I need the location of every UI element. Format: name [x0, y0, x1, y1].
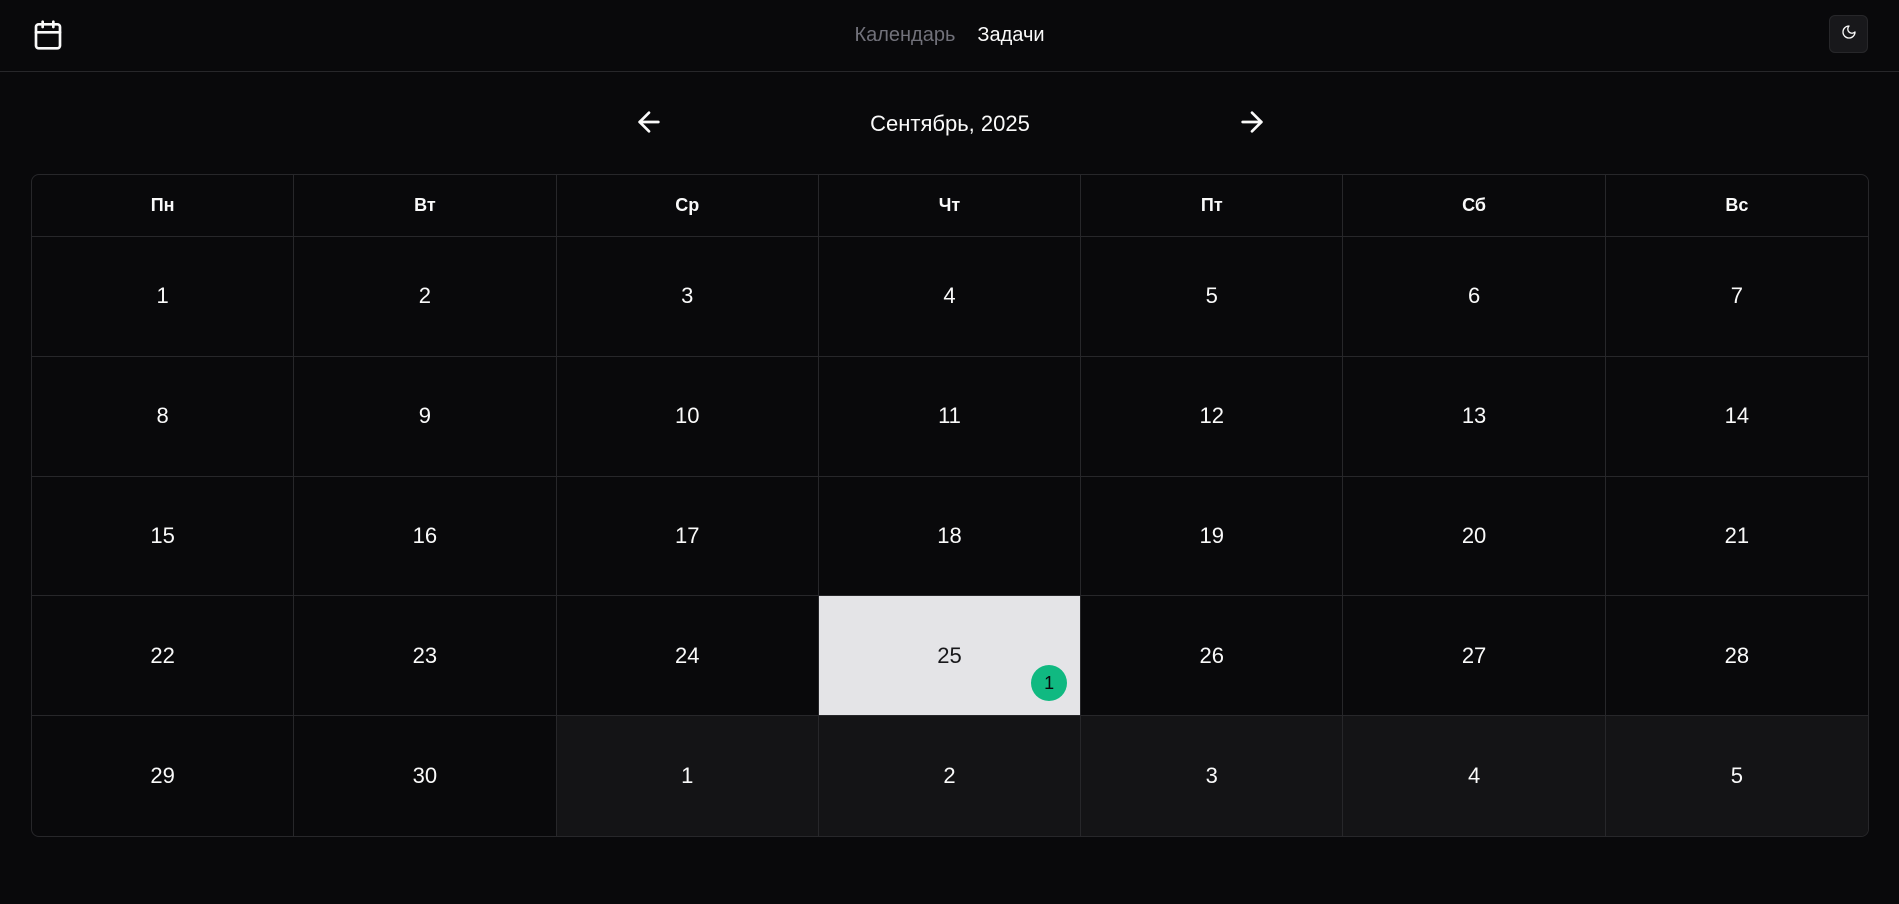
day-cell[interactable]: 7 [1605, 237, 1868, 357]
day-number: 13 [1461, 403, 1487, 429]
day-cell[interactable]: 22 [32, 596, 295, 717]
day-number: 1 [681, 763, 694, 789]
day-cell[interactable]: 28 [1605, 596, 1868, 717]
day-number: 17 [674, 522, 700, 548]
day-cell[interactable]: 1 [556, 716, 819, 836]
day-number: 5 [1205, 283, 1218, 309]
day-cell[interactable]: 1 [32, 237, 295, 357]
day-number: 20 [1461, 522, 1487, 548]
day-cell[interactable]: 19 [1081, 476, 1344, 597]
day-cell-selected[interactable]: 25 1 [818, 596, 1082, 717]
day-number: 24 [674, 642, 700, 668]
weekday-header: Вс [1605, 175, 1868, 237]
day-number: 10 [674, 403, 700, 429]
weekday-header: Пт [1081, 175, 1344, 237]
day-number: 11 [938, 403, 961, 429]
main-nav: Календарь Задачи [0, 0, 1899, 71]
day-number: 30 [412, 763, 438, 789]
day-number: 19 [1199, 522, 1225, 548]
month-title: Сентябрь, 2025 [870, 111, 1030, 136]
day-cell[interactable]: 13 [1343, 356, 1606, 477]
day-number: 26 [1199, 642, 1225, 668]
day-number: 22 [150, 642, 175, 668]
day-number: 8 [156, 403, 169, 429]
day-cell[interactable]: 5 [1081, 237, 1344, 357]
day-cell[interactable]: 21 [1605, 477, 1868, 597]
day-number: 14 [1724, 403, 1750, 429]
weekday-header: Ср [556, 175, 819, 237]
day-cell[interactable]: 2 [818, 716, 1082, 836]
day-cell[interactable]: 3 [556, 237, 819, 357]
day-cell[interactable]: 20 [1343, 476, 1606, 597]
day-cell[interactable]: 24 [556, 596, 819, 717]
top-bar: Календарь Задачи [0, 0, 1899, 72]
moon-icon [1841, 24, 1857, 45]
day-number: 12 [1199, 403, 1225, 429]
day-number: 18 [937, 522, 962, 548]
next-month-button[interactable] [1234, 106, 1270, 142]
weekday-header: Вт [294, 175, 557, 237]
day-cell[interactable]: 18 [818, 476, 1082, 597]
weekday-header: Сб [1343, 175, 1606, 237]
day-cell[interactable]: 29 [32, 716, 295, 836]
task-count-badge: 1 [1031, 665, 1068, 702]
day-cell[interactable]: 26 [1081, 596, 1344, 717]
day-number: 4 [943, 283, 956, 309]
day-cell[interactable]: 10 [556, 356, 819, 477]
day-cell[interactable]: 14 [1605, 357, 1868, 477]
day-number: 25 [937, 642, 962, 668]
day-cell[interactable]: 3 [1081, 716, 1344, 836]
day-number: 27 [1461, 642, 1487, 668]
day-number: 1 [156, 283, 169, 309]
day-number: 7 [1730, 283, 1743, 309]
day-cell[interactable]: 5 [1605, 716, 1868, 836]
day-number: 23 [412, 642, 438, 668]
day-cell[interactable]: 4 [818, 237, 1082, 357]
arrow-left-icon [633, 106, 665, 143]
day-number: 3 [1205, 763, 1218, 789]
day-cell[interactable]: 4 [1343, 716, 1606, 836]
day-cell[interactable]: 27 [1343, 596, 1606, 717]
day-cell[interactable]: 23 [294, 596, 557, 717]
day-number: 3 [681, 283, 694, 309]
previous-month-button[interactable] [631, 106, 667, 142]
nav-calendar-link[interactable]: Календарь [854, 24, 955, 47]
day-cell[interactable]: 17 [556, 476, 819, 597]
day-number: 5 [1730, 763, 1743, 789]
day-number: 2 [418, 283, 432, 309]
day-cell[interactable]: 15 [32, 476, 295, 597]
arrow-right-icon [1236, 106, 1268, 143]
day-cell[interactable]: 16 [294, 476, 557, 597]
day-cell[interactable]: 9 [294, 356, 557, 477]
day-cell[interactable]: 12 [1081, 356, 1344, 477]
day-cell[interactable]: 11 [818, 356, 1082, 477]
day-number: 4 [1467, 763, 1481, 789]
day-cell[interactable]: 2 [294, 237, 557, 357]
day-number: 21 [1724, 522, 1750, 548]
calendar-grid: Пн Вт Ср Чт Пт Сб Вс 1 2 3 4 5 6 7 8 9 10 11 12 13 14 15 16 17 1… [31, 174, 1869, 837]
month-navigation: Сентябрь, 2025 [0, 100, 1899, 148]
theme-toggle-button[interactable] [1829, 15, 1868, 53]
day-number: 15 [150, 522, 175, 548]
day-number: 16 [412, 522, 438, 548]
day-number: 29 [150, 763, 175, 789]
day-cell[interactable]: 30 [294, 716, 557, 836]
day-number: 9 [418, 403, 432, 429]
day-number: 6 [1467, 283, 1481, 309]
weekday-header: Пн [32, 175, 295, 237]
nav-tasks-link[interactable]: Задачи [977, 24, 1044, 47]
day-number: 2 [943, 763, 956, 789]
day-number: 28 [1724, 642, 1750, 668]
day-cell[interactable]: 8 [32, 356, 295, 477]
weekday-header: Чт [818, 175, 1082, 237]
day-cell[interactable]: 6 [1343, 237, 1606, 357]
